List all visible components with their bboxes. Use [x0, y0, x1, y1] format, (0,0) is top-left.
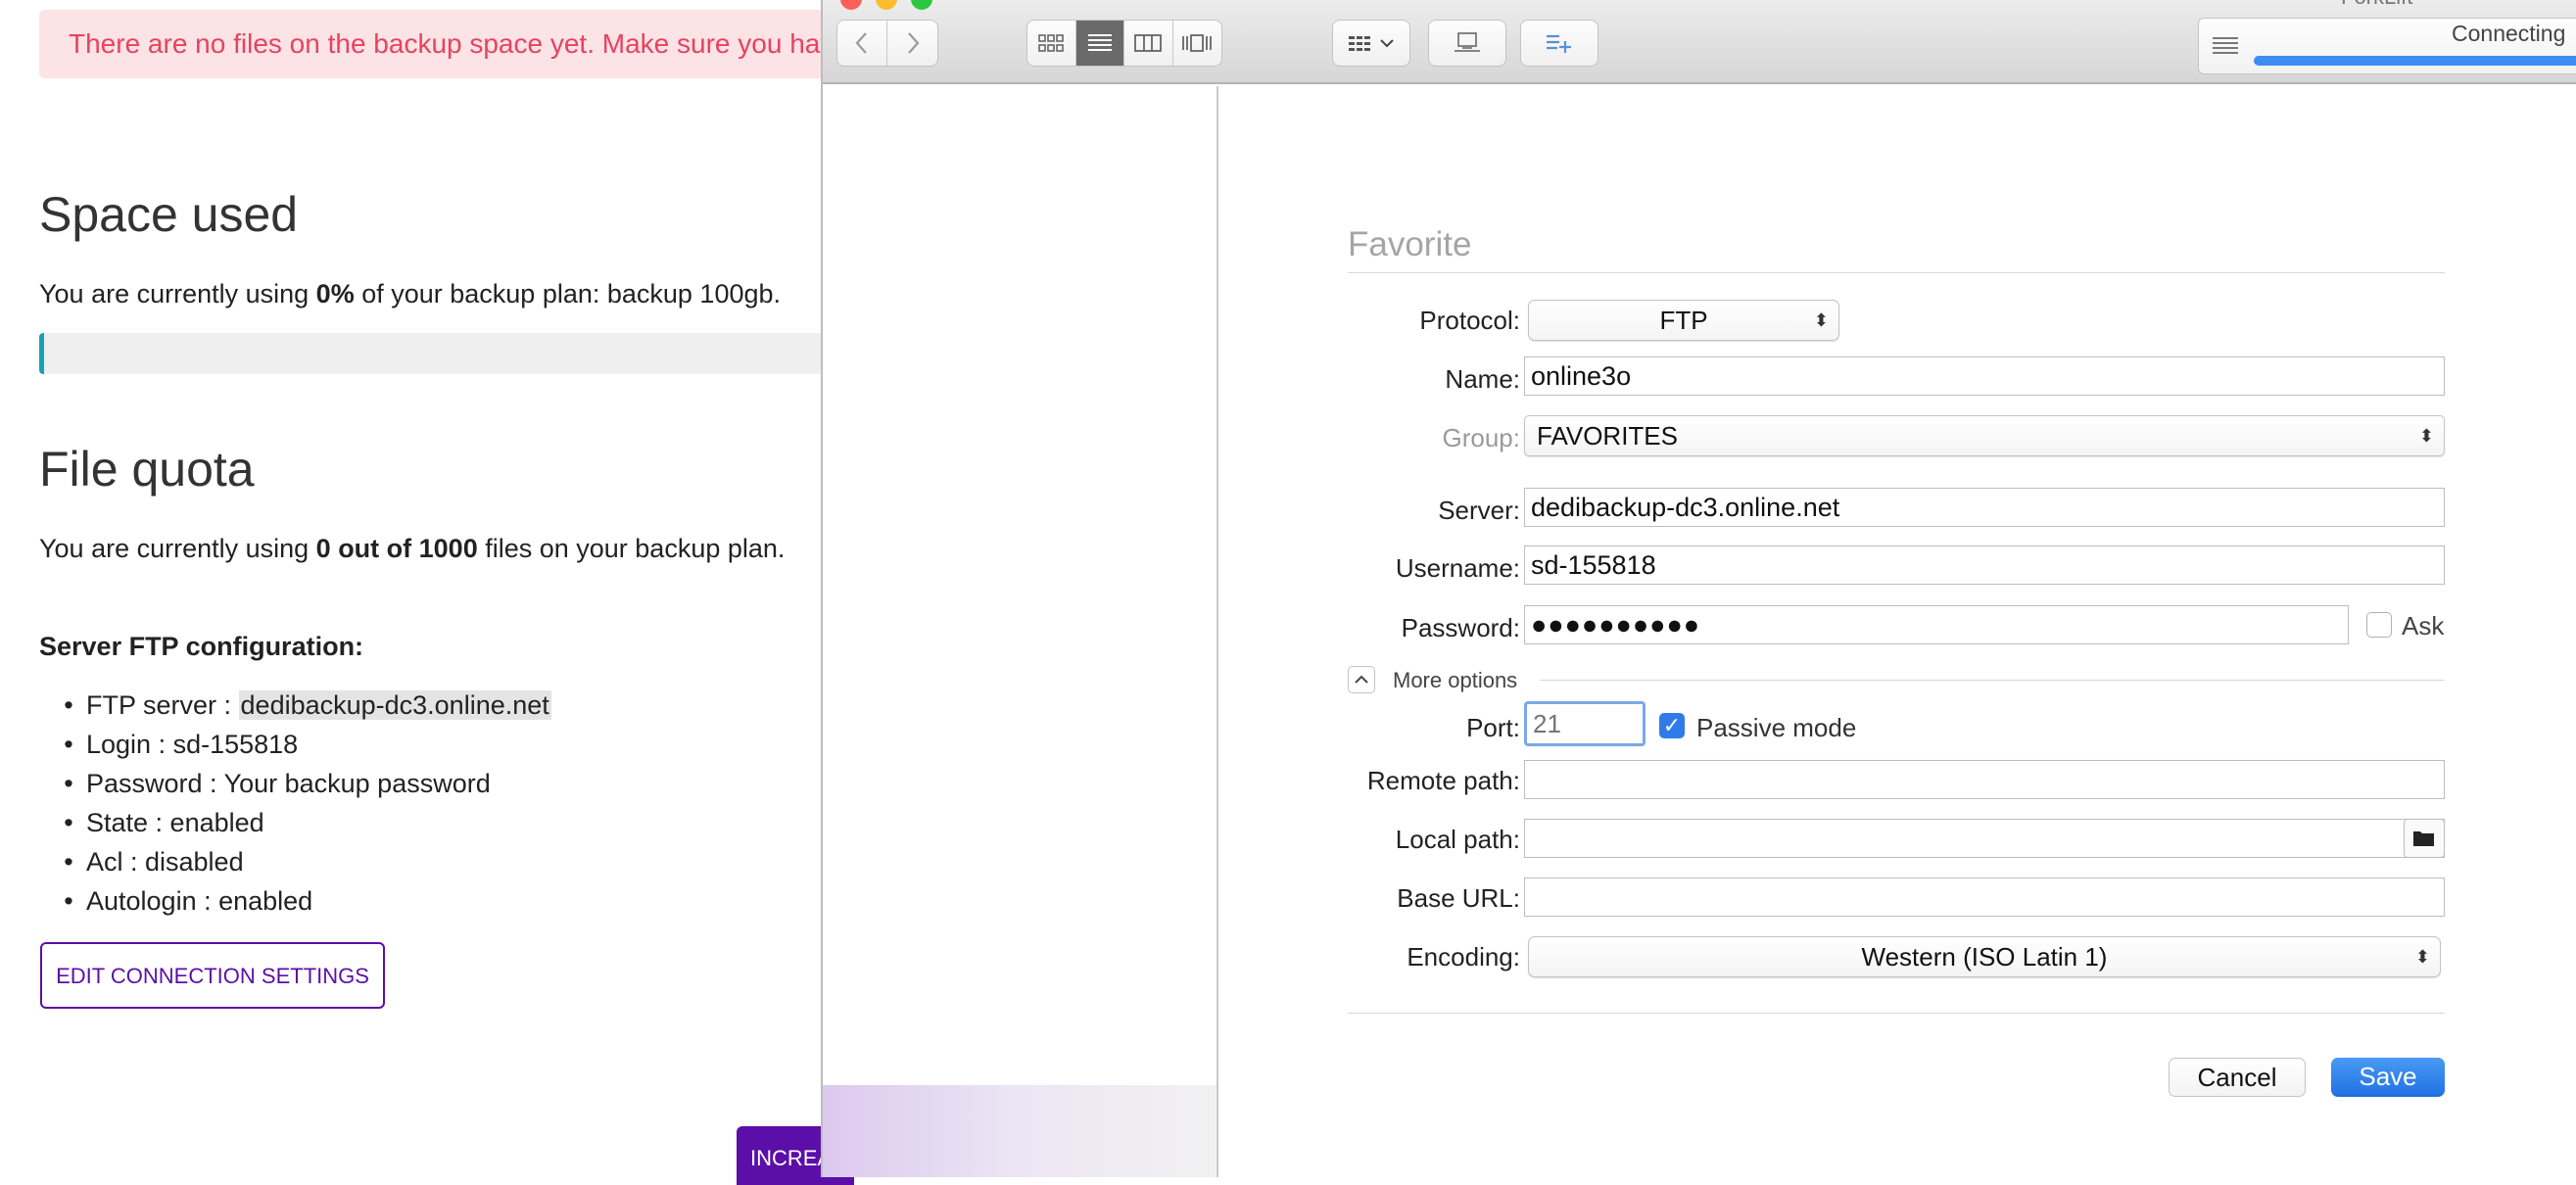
- space-used-text: You are currently using 0% of your backu…: [39, 279, 782, 308]
- base-url-label: Base URL:: [1397, 883, 1520, 913]
- connect-control: [1429, 21, 1505, 66]
- name-field[interactable]: online3o: [1524, 356, 2445, 396]
- space-used-progress-bar: [39, 333, 921, 374]
- icon-view-button[interactable]: [1027, 21, 1076, 66]
- forklift-window: ForkLift: [821, 0, 2576, 1177]
- close-window-button[interactable]: [840, 0, 862, 10]
- server-field[interactable]: dedibackup-dc3.online.net: [1524, 488, 2445, 527]
- app-title: ForkLift: [2341, 0, 2412, 10]
- chevron-up-icon: [1355, 675, 1368, 684]
- checkmark-icon: ✓: [1662, 713, 1682, 737]
- computer-icon: [1455, 32, 1480, 52]
- ftp-server-item: FTP server : dedibackup-dc3.online.net: [55, 686, 551, 725]
- login-item: Login : sd-155818: [55, 725, 551, 764]
- navigation-segment: [836, 20, 938, 67]
- favorites-sidebar[interactable]: [840, 86, 1218, 1085]
- password-label: Password:: [1401, 613, 1520, 642]
- icon-grid-icon: [1038, 34, 1065, 52]
- edit-connection-settings-button[interactable]: EDIT CONNECTION SETTINGS: [40, 942, 385, 1009]
- coverflow-icon: [1182, 34, 1213, 52]
- protocol-value: FTP: [1659, 306, 1708, 335]
- username-field[interactable]: sd-155818: [1524, 545, 2445, 585]
- zoom-window-button[interactable]: [911, 0, 932, 10]
- connect-button[interactable]: [1428, 20, 1506, 67]
- port-input[interactable]: [1524, 701, 1646, 746]
- folder-icon: [2413, 831, 2434, 846]
- pane-divider[interactable]: [1216, 86, 1218, 1177]
- encoding-select[interactable]: Western (ISO Latin 1) ⬍: [1528, 936, 2441, 977]
- protocol-label: Protocol:: [1419, 306, 1520, 335]
- acl-item: Acl : disabled: [55, 842, 551, 881]
- ftp-config-heading: Server FTP configuration:: [39, 632, 364, 661]
- more-options-label: More options: [1393, 668, 1518, 692]
- encoding-value: Western (ISO Latin 1): [1861, 942, 2108, 972]
- window-toolbar: ForkLift: [823, 0, 2576, 84]
- back-button[interactable]: [837, 21, 888, 66]
- name-label: Name:: [1445, 364, 1520, 394]
- no-files-alert: There are no files on the backup space y…: [39, 10, 921, 78]
- updown-arrows-icon: ⬍: [2418, 426, 2434, 446]
- cancel-button[interactable]: Cancel: [2169, 1058, 2306, 1097]
- browse-folder-button[interactable]: [2404, 819, 2445, 858]
- remote-path-field[interactable]: [1524, 760, 2445, 799]
- chevron-down-icon: [1380, 39, 1394, 48]
- group-select[interactable]: FAVORITES ⬍: [1524, 415, 2445, 456]
- arrange-grid-icon: [1349, 36, 1370, 51]
- form-bottom-divider: [1348, 1013, 2445, 1014]
- passive-mode-checkbox[interactable]: ✓: [1659, 713, 1685, 738]
- activity-status-box[interactable]: Connecting: [2198, 18, 2576, 74]
- coverflow-view-button[interactable]: [1173, 21, 1222, 66]
- ftp-config-list: FTP server : dedibackup-dc3.online.net L…: [55, 686, 551, 921]
- updown-arrows-icon: ⬍: [2414, 947, 2430, 967]
- username-label: Username:: [1395, 553, 1520, 583]
- connection-status-text: Connecting: [2452, 21, 2566, 46]
- add-favorite-button[interactable]: [1520, 20, 1598, 67]
- more-options-toggle[interactable]: [1348, 666, 1375, 693]
- local-path-label: Local path:: [1395, 825, 1520, 854]
- minimize-window-button[interactable]: [876, 0, 897, 10]
- progress-fill: [39, 333, 45, 374]
- file-quota-heading: File quota: [39, 442, 255, 497]
- autologin-item: Autologin : enabled: [55, 881, 551, 921]
- protocol-select[interactable]: FTP ⬍: [1528, 300, 1839, 341]
- updown-arrows-icon: ⬍: [1813, 310, 1829, 330]
- port-label: Port:: [1466, 713, 1520, 742]
- server-label: Server:: [1438, 496, 1520, 525]
- column-view-button[interactable]: [1124, 21, 1173, 66]
- passive-mode-label: Passive mode: [1696, 713, 1857, 742]
- save-button[interactable]: Save: [2331, 1058, 2445, 1097]
- base-url-field[interactable]: [1524, 877, 2445, 917]
- arrange-control: [1333, 21, 1409, 66]
- group-value: FAVORITES: [1537, 421, 1678, 450]
- file-quota-text: You are currently using 0 out of 1000 fi…: [39, 534, 786, 563]
- space-used-heading: Space used: [39, 187, 299, 242]
- chevron-right-icon: [907, 32, 919, 54]
- add-favorite-icon: [1547, 34, 1571, 53]
- columns-icon: [1134, 34, 1163, 52]
- sidebar-footer: [823, 1085, 1218, 1177]
- password-field[interactable]: ●●●●●●●●●●: [1524, 605, 2349, 644]
- activity-list-icon: [2213, 37, 2238, 54]
- view-mode-segment: [1026, 20, 1222, 67]
- favorite-title: Favorite: [1348, 225, 1472, 263]
- encoding-label: Encoding:: [1407, 942, 1520, 972]
- password-item: Password : Your backup password: [55, 764, 551, 803]
- local-path-field[interactable]: [1524, 819, 2445, 858]
- add-favorite-control: [1521, 21, 1598, 66]
- ask-label: Ask: [2402, 611, 2445, 640]
- more-options-divider: [1540, 680, 2445, 681]
- forward-button[interactable]: [887, 21, 937, 66]
- arrange-menu-button[interactable]: [1332, 20, 1410, 67]
- chevron-left-icon: [855, 32, 867, 54]
- title-divider: [1348, 272, 2445, 273]
- connection-progress-bar: [2254, 56, 2576, 66]
- list-icon: [1087, 34, 1112, 51]
- list-view-button[interactable]: [1075, 21, 1124, 66]
- remote-path-label: Remote path:: [1366, 766, 1520, 795]
- backup-web-page: There are no files on the backup space y…: [0, 0, 921, 1185]
- ask-password-checkbox[interactable]: [2366, 612, 2392, 638]
- group-label: Group:: [1442, 423, 1521, 452]
- state-item: State : enabled: [55, 803, 551, 842]
